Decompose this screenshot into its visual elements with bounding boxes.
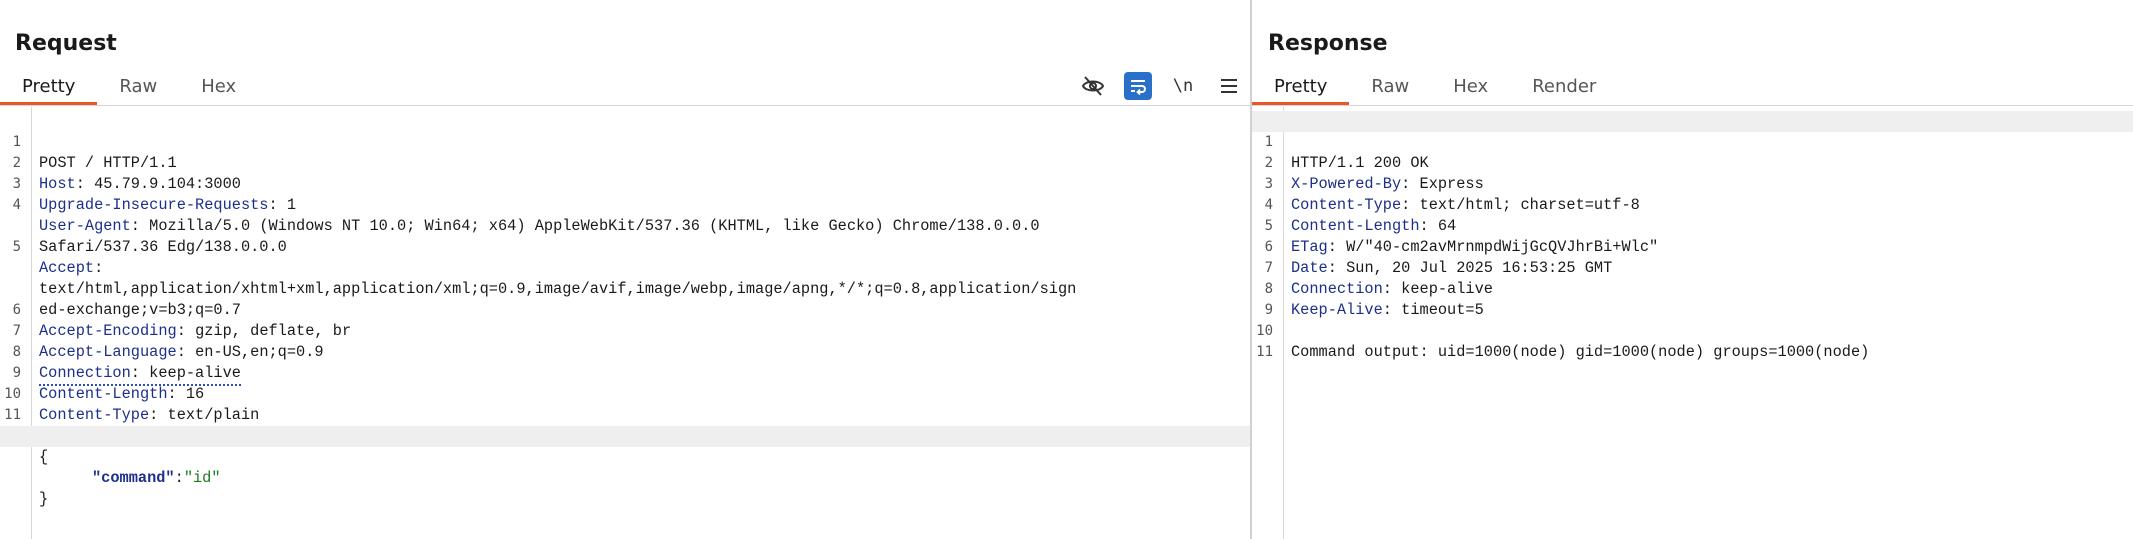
request-line-text: } [39, 490, 49, 508]
request-tab-pretty[interactable]: Pretty [0, 73, 98, 105]
request-editor[interactable]: 1 POST / HTTP/1.1 2 Host: 45.79.9.104:30… [0, 107, 1250, 539]
response-line: 4 Content-Length: 64 [1252, 174, 2133, 235]
response-line: 7 Connection: keep-alive [1252, 237, 2133, 298]
line-number: 11 [1256, 344, 1273, 360]
response-line: 6 Date: Sun, 20 Jul 2025 16:53:25 GMT [1252, 216, 2133, 277]
request-line-current: "command":"id" [0, 426, 1250, 487]
show-newlines-button[interactable]: \n [1168, 71, 1198, 101]
response-line: 10 Command output: uid=1000(node) gid=10… [1252, 300, 2133, 361]
request-line: 2 Host: 45.79.9.104:3000 [0, 132, 1250, 193]
hide-nonprinting-button[interactable] [1078, 71, 1108, 101]
eye-off-icon [1081, 76, 1105, 96]
request-line: 8 Connection: keep-alive [0, 321, 1250, 386]
request-line: 12 { [0, 405, 1250, 466]
request-line-wrapped: text/html,application/xhtml+xml,applicat… [0, 237, 1250, 298]
response-line: 11 [1252, 321, 2133, 360]
response-body-text: Command output: uid=1000(node) gid=1000(… [1291, 343, 1870, 361]
word-wrap-icon [1131, 80, 1146, 96]
request-title: Request [15, 31, 117, 56]
request-pane: Request Pretty Raw Hex \n 1 POST / HTTP/… [0, 0, 1250, 539]
response-line-current: 1 HTTP/1.1 200 OK [1252, 111, 2133, 172]
request-line: 6 Accept-Encoding: gzip, deflate, br [0, 279, 1250, 340]
request-line: 1 POST / HTTP/1.1 [0, 111, 1250, 172]
response-line: 8 Keep-Alive: timeout=5 [1252, 258, 2133, 319]
request-line: 3 Upgrade-Insecure-Requests: 1 [0, 153, 1250, 214]
response-line: 2 X-Powered-By: Express [1252, 132, 2133, 193]
response-tab-pretty[interactable]: Pretty [1252, 73, 1350, 105]
json-key: "command" [92, 469, 175, 487]
menu-icon [1221, 79, 1237, 93]
response-tab-render[interactable]: Render [1510, 73, 1618, 105]
response-line: 9 [1252, 279, 2133, 318]
request-line: 5 Accept: [0, 216, 1250, 277]
response-line: 5 ETag: W/"40-cm2avMrnmpdWijGcQVJhrBi+Wl… [1252, 195, 2133, 256]
response-tab-hex[interactable]: Hex [1431, 73, 1510, 105]
request-menu-button[interactable] [1214, 71, 1244, 101]
json-value: "id" [183, 469, 221, 487]
response-tabs: Pretty Raw Hex Render [1252, 73, 1618, 105]
request-line: } [0, 447, 1250, 508]
request-line-wrapped: Safari/537.36 Edg/138.0.0.0 [0, 195, 1250, 256]
request-line: 10 Content-Type: text/plain [0, 363, 1250, 424]
request-line: 11 [0, 384, 1250, 423]
response-editor[interactable]: 1 HTTP/1.1 200 OK 2 X-Powered-By: Expres… [1252, 107, 2133, 539]
word-wrap-toggle[interactable] [1124, 72, 1152, 100]
request-line-wrapped: ed-exchange;v=b3;q=0.7 [0, 258, 1250, 319]
request-tab-hex[interactable]: Hex [179, 73, 258, 105]
response-tabs-rule [1252, 105, 2133, 106]
request-lines: 1 POST / HTTP/1.1 2 Host: 45.79.9.104:30… [0, 111, 1250, 508]
request-tabs-rule [0, 105, 1250, 106]
response-title: Response [1268, 31, 1388, 56]
response-tab-raw[interactable]: Raw [1349, 73, 1431, 105]
newline-icon: \n [1172, 76, 1194, 96]
response-pane: Response Pretty Raw Hex Render 1 HTTP/1.… [1252, 0, 2133, 539]
json-separator: : [174, 469, 184, 487]
response-line: 3 Content-Type: text/html; charset=utf-8 [1252, 153, 2133, 214]
response-lines: 1 HTTP/1.1 200 OK 2 X-Powered-By: Expres… [1252, 111, 2133, 361]
request-line: 4 User-Agent: Mozilla/5.0 (Windows NT 10… [0, 174, 1250, 235]
request-tab-raw[interactable]: Raw [97, 73, 179, 105]
request-line: 7 Accept-Language: en-US,en;q=0.9 [0, 300, 1250, 361]
request-tabs: Pretty Raw Hex [0, 73, 258, 105]
request-toolbar: \n [1062, 70, 1250, 102]
http-message-viewer: Request Pretty Raw Hex \n 1 POST / HTTP/… [0, 0, 2133, 539]
request-line: 9 Content-Length: 16 [0, 342, 1250, 403]
